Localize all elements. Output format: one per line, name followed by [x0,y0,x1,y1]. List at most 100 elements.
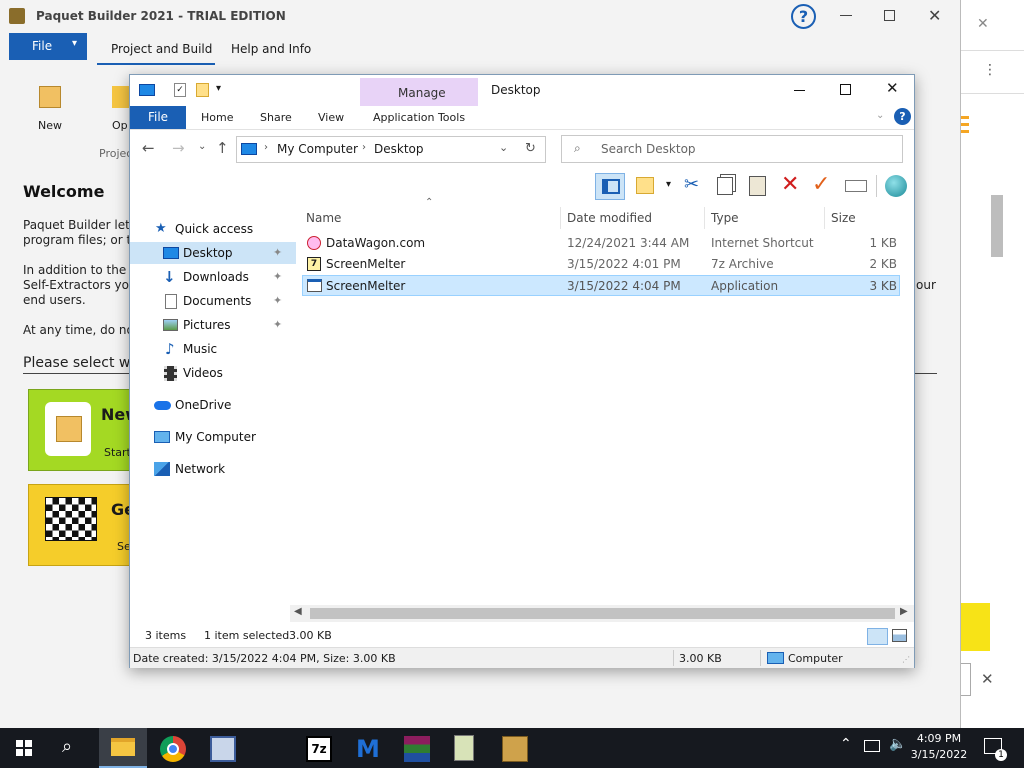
scroll-thumb[interactable] [310,608,895,619]
recent-locations-icon[interactable]: ⌄ [198,141,206,152]
file-row[interactable]: 7 ScreenMelter 3/15/2022 4:01 PM 7z Arch… [302,254,900,275]
file-row-selected[interactable]: ScreenMelter 3/15/2022 4:04 PM Applicati… [302,275,900,296]
pb-maximize-button[interactable] [884,10,895,21]
nav-onedrive[interactable]: OneDrive [130,394,296,416]
nav-pictures[interactable]: Pictures ✦ [130,314,296,336]
details-bar: Date created: 3/15/2022 4:04 PM, Size: 3… [130,647,914,668]
delete-icon[interactable]: ✕ [781,172,799,197]
more-icon[interactable]: ⋮ [983,62,997,78]
taskbar-clock[interactable]: 4:09 PM 3/15/2022 [907,731,971,763]
horizontal-scrollbar[interactable]: ◀ ▶ [290,605,914,622]
new-folder-icon[interactable] [196,83,209,97]
minimize-button[interactable] [794,90,805,91]
chevron-down-icon[interactable]: ▾ [216,83,221,94]
details-view-icon[interactable] [867,628,888,645]
chevron-down-icon[interactable]: ▾ [666,179,671,190]
computer-icon [139,84,155,96]
nav-desktop[interactable]: Desktop ✦ [130,242,296,264]
pb-tab-project-build[interactable]: Project and Build [97,33,215,65]
volume-icon[interactable]: 🔈 [889,736,906,752]
address-dropdown-icon[interactable]: ⌄ [499,141,508,154]
ribbon-tab-share[interactable]: Share [260,106,292,129]
divider [673,650,674,666]
copy-icon[interactable] [717,177,733,195]
new-item-icon[interactable] [636,177,654,194]
ribbon-file-tab[interactable]: File [130,106,186,129]
forward-arrow-icon[interactable]: → [172,139,185,157]
clock-date: 3/15/2022 [910,748,968,761]
resize-grip-icon[interactable]: ⋰ [902,655,910,664]
ribbon-divider [130,129,914,130]
ribbon-expand-icon[interactable]: ⌄ [876,110,884,121]
file-row[interactable]: DataWagon.com 12/24/2021 3:44 AM Interne… [302,233,900,254]
search-box[interactable]: ⌕ Search Desktop [561,135,903,163]
nav-network[interactable]: Network [130,458,296,480]
notification-count: 1 [995,749,1007,761]
ribbon-tab-view[interactable]: View [318,106,344,129]
cut-icon[interactable]: ✂ [684,174,699,195]
start-icon-gap-v [23,740,25,756]
pb-title-bar: Paquet Builder 2021 - TRIAL EDITION ? ✕ [0,0,960,32]
film-icon [164,366,177,381]
close-icon[interactable]: ✕ [981,670,994,688]
refresh-button[interactable]: ↻ [518,136,546,163]
app-icon[interactable] [210,736,236,762]
nav-videos[interactable]: Videos [130,362,296,384]
back-arrow-icon[interactable]: ← [142,139,155,157]
input-box[interactable] [961,663,971,696]
chrome-icon-center [167,743,179,755]
maximize-button[interactable] [840,84,851,95]
notepad-icon[interactable] [454,735,474,761]
rename-icon[interactable] [845,180,867,192]
nav-downloads[interactable]: ↓ Downloads ✦ [130,266,296,288]
ribbon-tab-application-tools[interactable]: Application Tools [373,106,465,129]
close-icon[interactable]: ✕ [977,16,989,32]
help-icon[interactable]: ? [894,108,911,125]
globe-icon[interactable] [885,175,907,197]
column-header-name[interactable]: Name [306,207,341,229]
large-icons-view-icon[interactable] [892,629,907,642]
scroll-left-icon[interactable]: ◀ [294,606,302,617]
search-icon[interactable]: ⌕ [62,736,72,757]
background-browser-window: ✕ ⋮ ✕ [960,0,1024,728]
item-count: 3 items [145,629,187,642]
column-header-size[interactable]: Size [831,207,856,229]
pb-new-button[interactable]: New [34,84,68,134]
address-bar[interactable]: › My Computer › Desktop ⌄ [236,136,546,163]
document-icon [165,294,177,309]
nav-my-computer[interactable]: My Computer [130,426,296,448]
pin-icon: ✦ [273,246,283,259]
scrollbar[interactable] [991,195,1003,257]
ribbon-tab-home[interactable]: Home [201,106,233,129]
pb-select-text: Please select wh [23,355,140,371]
winrar-icon[interactable] [404,736,430,762]
properties-icon[interactable]: ✓ [174,83,186,97]
nav-music[interactable]: ♪ Music [130,338,296,360]
close-button[interactable]: ✕ [886,79,899,97]
pb-getting-started-card[interactable]: Ge Se [28,484,135,566]
breadcrumb-my-computer[interactable]: My Computer [277,142,358,156]
malwarebytes-icon[interactable]: M [356,735,380,763]
nav-documents[interactable]: Documents ✦ [130,290,296,312]
pb-new-project-card[interactable]: New Start [28,389,140,471]
up-arrow-icon[interactable]: ↑ [216,139,229,157]
paste-icon[interactable] [749,176,766,196]
paquet-builder-icon[interactable] [502,736,528,762]
network-icon[interactable] [864,740,880,752]
breadcrumb-desktop[interactable]: Desktop [374,142,424,156]
nav-quick-access[interactable]: ★ Quick access [130,218,296,240]
chevron-up-icon[interactable]: ⌃ [840,736,852,752]
pb-minimize-button[interactable] [840,15,852,16]
pb-close-button[interactable]: ✕ [928,6,941,25]
help-icon[interactable]: ? [791,4,816,29]
scroll-right-icon[interactable]: ▶ [900,606,908,617]
7zip-icon[interactable]: 7z [306,736,332,762]
pb-file-menu[interactable]: File ▾ [9,33,87,60]
pb-tab-help-info[interactable]: Help and Info [231,42,311,56]
divider [961,50,1024,51]
column-header-date[interactable]: Date modified [567,207,652,229]
checkmark-icon[interactable]: ✓ [812,172,830,197]
manage-context-tab[interactable]: Manage [360,78,478,106]
box-icon [39,86,61,108]
column-header-type[interactable]: Type [711,207,739,229]
